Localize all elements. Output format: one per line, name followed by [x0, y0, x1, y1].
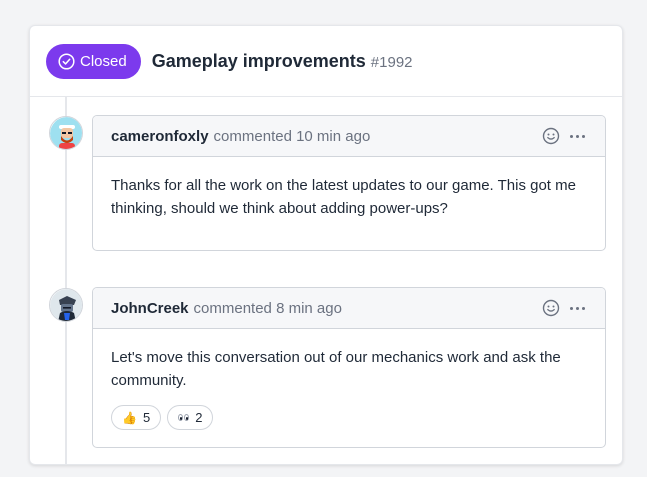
issue-card: Closed Gameplay improvements #1992 camero…	[29, 25, 623, 465]
comment-author[interactable]: cameronfoxly	[111, 128, 209, 145]
check-circle-icon	[58, 52, 75, 70]
comment: cameronfoxly commented 10 min ago Thanks…	[92, 115, 606, 251]
comment: JohnCreek commented 8 min ago Let's move…	[92, 287, 606, 448]
comment-actions	[542, 299, 587, 317]
reaction-count: 5	[142, 410, 151, 425]
bearded-man-avatar-icon	[50, 117, 82, 149]
comment-meta: commented 8 min ago	[193, 299, 342, 317]
timeline-line	[65, 97, 67, 464]
status-label: Closed	[80, 52, 127, 70]
comment-header: cameronfoxly commented 10 min ago	[93, 116, 605, 157]
more-options-icon[interactable]	[568, 133, 587, 140]
reaction-count: 2	[195, 410, 203, 425]
knight-avatar-icon	[50, 289, 82, 321]
reaction-eyes[interactable]: 2	[167, 405, 214, 430]
smiley-icon[interactable]	[542, 127, 560, 145]
status-badge: Closed	[46, 43, 141, 79]
thumbs-up-icon: 👍	[122, 410, 137, 425]
comment-author[interactable]: JohnCreek	[111, 300, 189, 317]
comment-header: JohnCreek commented 8 min ago	[93, 288, 605, 329]
comment-body: Thanks for all the work on the latest up…	[111, 177, 576, 217]
reaction-thumbs-up[interactable]: 👍 5	[111, 405, 162, 430]
issue-header: Closed Gameplay improvements #1992	[30, 26, 622, 97]
comment-body: Let's move this conversation out of our …	[111, 349, 561, 389]
reactions: 👍 5 2	[93, 392, 605, 430]
comment-actions	[542, 127, 587, 145]
eyes-icon	[178, 414, 190, 421]
issue-title: Gameplay improvements #1992	[152, 51, 413, 72]
more-options-icon[interactable]	[568, 305, 587, 312]
issue-title-text: Gameplay improvements	[151, 50, 366, 71]
comment-meta: commented 10 min ago	[213, 127, 371, 145]
avatar[interactable]	[49, 116, 83, 150]
smiley-icon[interactable]	[542, 299, 560, 317]
issue-number: #1992	[370, 53, 413, 71]
avatar[interactable]	[49, 288, 83, 322]
